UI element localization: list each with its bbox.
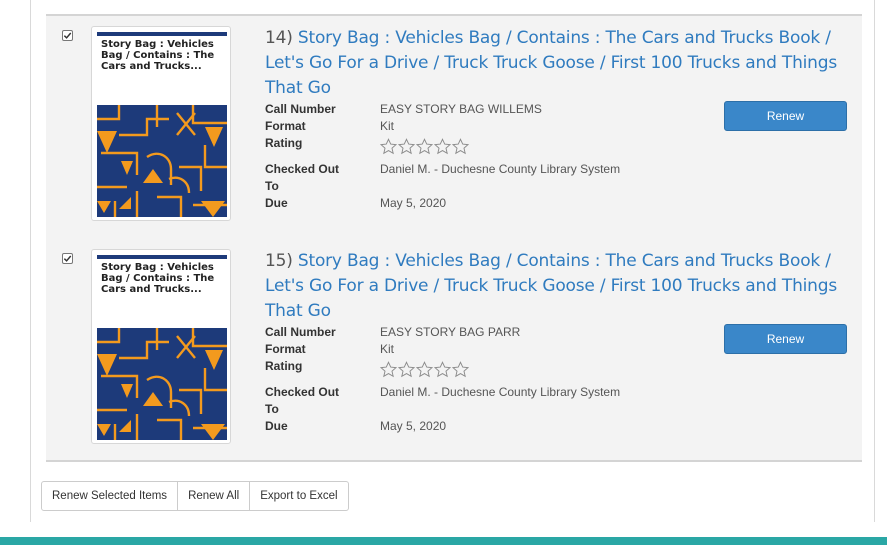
- checked-out-to-label: Checked Out To: [265, 384, 370, 418]
- format-label: Format: [265, 342, 306, 356]
- export-excel-button[interactable]: Export to Excel: [249, 481, 349, 511]
- call-number-label: Call Number: [265, 102, 336, 116]
- cover-title: Story Bag : Vehicles Bag / Contains : Th…: [101, 39, 215, 72]
- star-outline-icon[interactable]: [452, 138, 469, 155]
- item-title-link[interactable]: Story Bag : Vehicles Bag / Contains : Th…: [298, 251, 831, 271]
- due-label: Due: [265, 419, 288, 433]
- call-number-value: EASY STORY BAG WILLEMS: [380, 102, 542, 116]
- cover-image[interactable]: Story Bag : Vehicles Bag / Contains : Th…: [91, 26, 231, 221]
- star-outline-icon[interactable]: [452, 361, 469, 378]
- item-number: 14): [265, 28, 293, 48]
- item-title-link[interactable]: That Go: [265, 301, 331, 321]
- checked-out-label-line1: Checked Out: [265, 162, 340, 176]
- rating-stars[interactable]: [380, 138, 469, 155]
- checked-out-label-line2: To: [265, 402, 279, 416]
- checked-out-to-value: Daniel M. - Duchesne County Library Syst…: [380, 162, 621, 176]
- star-outline-icon[interactable]: [380, 138, 397, 155]
- rating-label: Rating: [265, 136, 303, 150]
- renew-selected-button[interactable]: Renew Selected Items: [41, 481, 179, 511]
- panel-left-border: [30, 0, 31, 522]
- rating-stars[interactable]: [380, 361, 469, 378]
- cover-art-pattern: [97, 105, 227, 217]
- item-divider: [46, 460, 862, 462]
- rating-label: Rating: [265, 359, 303, 373]
- item-select-checkbox[interactable]: [62, 253, 73, 264]
- star-outline-icon[interactable]: [434, 138, 451, 155]
- checked-out-to-label: Checked Out To: [265, 161, 370, 195]
- cover-top-bar: [97, 32, 227, 36]
- item-title: 15) Story Bag : Vehicles Bag / Contains …: [265, 249, 845, 324]
- cover-art-pattern: [97, 328, 227, 440]
- cover-image[interactable]: Story Bag : Vehicles Bag / Contains : Th…: [91, 249, 231, 444]
- bulk-actions: Renew Selected Items Renew All Export to…: [41, 481, 349, 511]
- checkmark-icon: [63, 32, 72, 39]
- item-title: 14) Story Bag : Vehicles Bag / Contains …: [265, 26, 845, 101]
- item-title-link[interactable]: Let's Go For a Drive / Truck Truck Goose…: [265, 53, 837, 73]
- item-title-link[interactable]: Story Bag : Vehicles Bag / Contains : Th…: [298, 28, 831, 48]
- item-divider: [46, 14, 862, 16]
- cover-top-bar: [97, 255, 227, 259]
- item-select-checkbox[interactable]: [62, 30, 73, 41]
- item-number: 15): [265, 251, 293, 271]
- cover-title: Story Bag : Vehicles Bag / Contains : Th…: [101, 262, 215, 295]
- panel-right-border: [874, 0, 875, 522]
- due-value: May 5, 2020: [380, 196, 447, 210]
- renew-all-button[interactable]: Renew All: [177, 481, 251, 511]
- format-value: Kit: [380, 342, 395, 356]
- renew-button[interactable]: Renew: [724, 101, 847, 131]
- format-label: Format: [265, 119, 306, 133]
- star-outline-icon[interactable]: [398, 138, 415, 155]
- checked-out-to-value: Daniel M. - Duchesne County Library Syst…: [380, 385, 621, 399]
- item-title-link[interactable]: Let's Go For a Drive / Truck Truck Goose…: [265, 276, 837, 296]
- checkmark-icon: [63, 255, 72, 262]
- due-value: May 5, 2020: [380, 419, 447, 433]
- checked-out-label-line1: Checked Out: [265, 385, 340, 399]
- checked-out-label-line2: To: [265, 179, 279, 193]
- item-title-link[interactable]: That Go: [265, 78, 331, 98]
- checkout-item: Story Bag : Vehicles Bag / Contains : Th…: [46, 14, 862, 239]
- star-outline-icon[interactable]: [416, 361, 433, 378]
- format-value: Kit: [380, 119, 395, 133]
- call-number-value: EASY STORY BAG PARR: [380, 325, 521, 339]
- star-outline-icon[interactable]: [416, 138, 433, 155]
- due-label: Due: [265, 196, 288, 210]
- call-number-label: Call Number: [265, 325, 336, 339]
- checkouts-page: Story Bag : Vehicles Bag / Contains : Th…: [0, 0, 887, 555]
- star-outline-icon[interactable]: [434, 361, 451, 378]
- footer: [0, 545, 887, 555]
- star-outline-icon[interactable]: [398, 361, 415, 378]
- footer-bar: [0, 537, 887, 545]
- checkout-item: Story Bag : Vehicles Bag / Contains : Th…: [46, 237, 862, 462]
- star-outline-icon[interactable]: [380, 361, 397, 378]
- renew-button[interactable]: Renew: [724, 324, 847, 354]
